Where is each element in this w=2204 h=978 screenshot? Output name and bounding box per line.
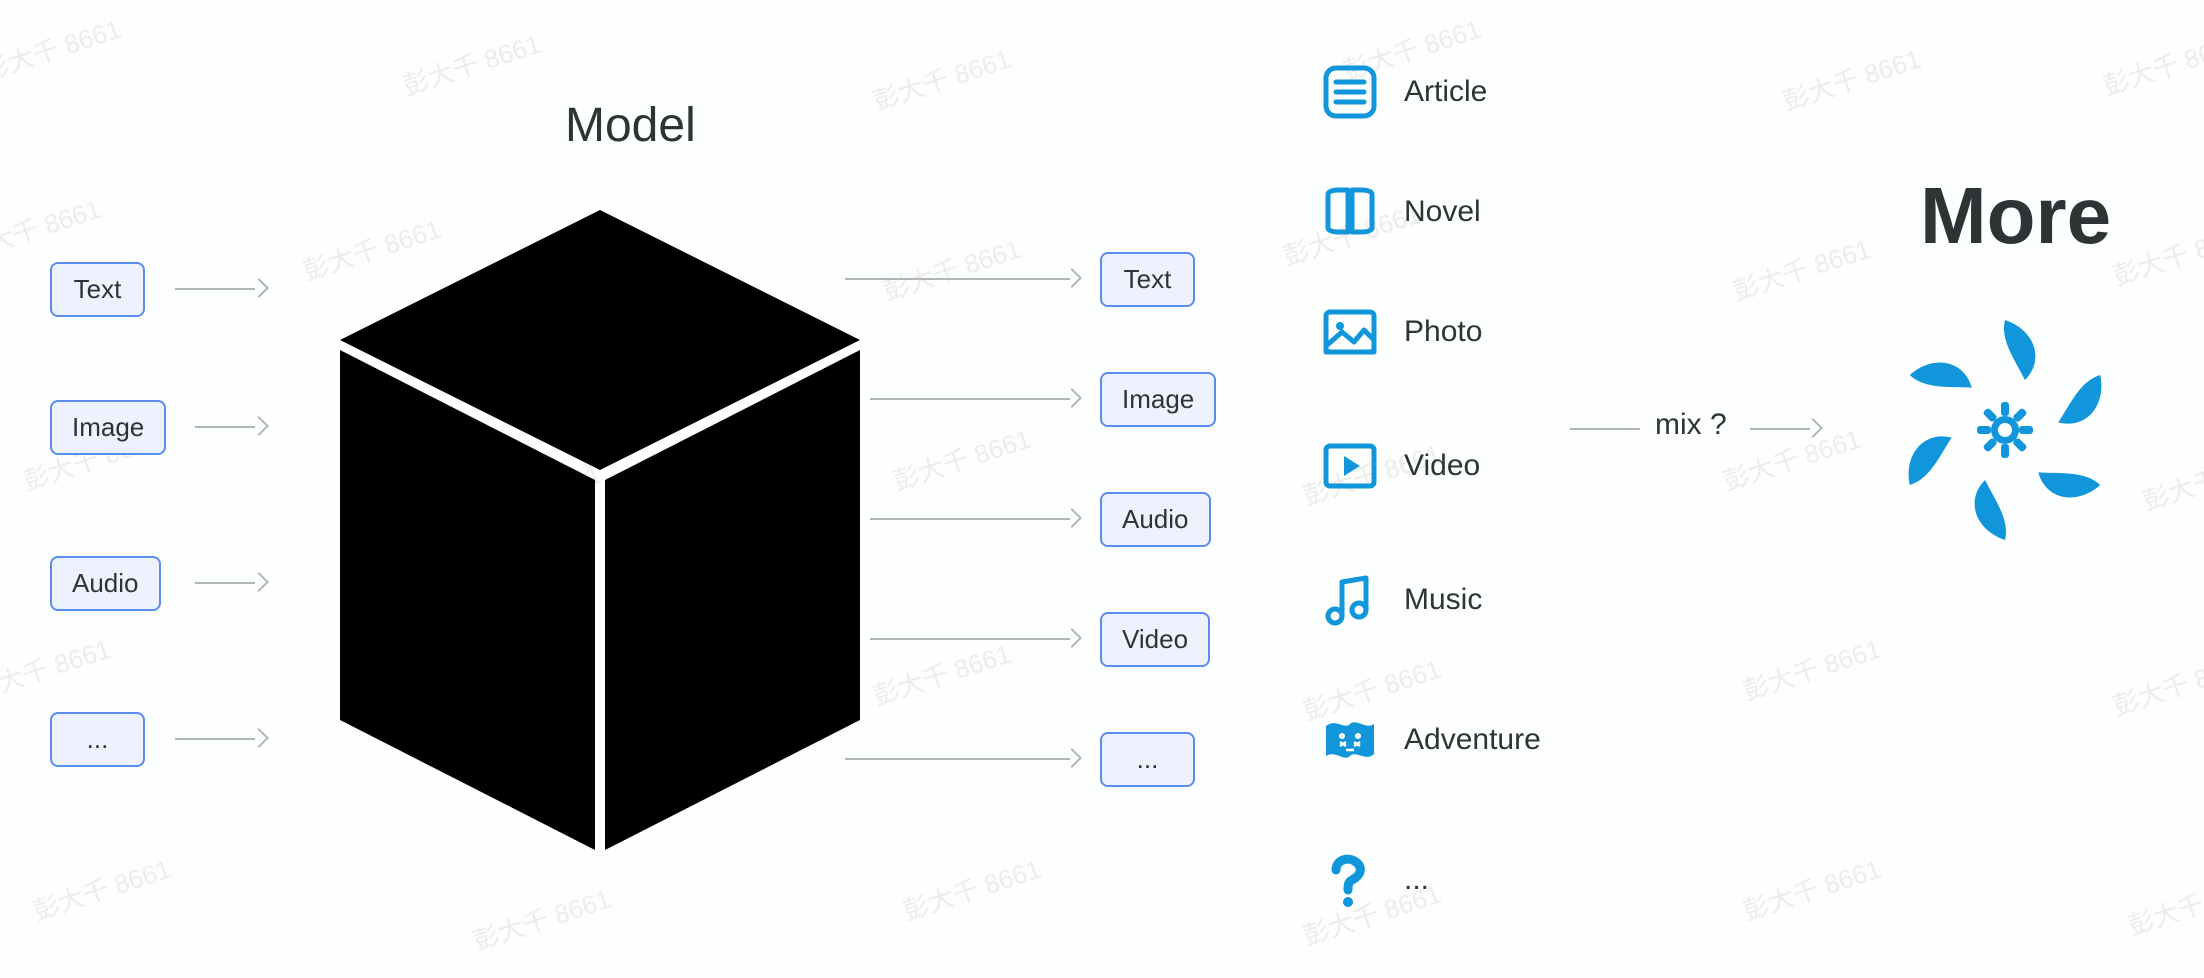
input-tag-image: Image <box>50 400 166 455</box>
model-title: Model <box>565 98 696 153</box>
arrow-head-icon <box>249 278 269 298</box>
output-row-video: Video <box>1320 436 1480 496</box>
watermark-text: 彭大千 8661 <box>0 629 115 708</box>
model-cube-icon <box>320 190 880 875</box>
arrow <box>195 582 255 584</box>
photo-icon <box>1320 302 1380 362</box>
arrow <box>175 738 255 740</box>
watermark-text: 彭大千 8661 <box>888 419 1036 498</box>
mix-label: mix ? <box>1655 408 1727 442</box>
output-label: Adventure <box>1404 723 1541 757</box>
output-label: Music <box>1404 583 1482 617</box>
watermark-text: 彭大千 8661 <box>1738 629 1886 708</box>
input-tag-more: ... <box>50 712 145 767</box>
watermark-text: 彭大千 8661 <box>2108 644 2204 723</box>
input-label: ... <box>87 724 109 754</box>
output-label: Article <box>1404 75 1487 109</box>
article-icon <box>1320 62 1380 122</box>
output-label: ... <box>1404 863 1429 897</box>
arrow <box>870 518 1070 520</box>
input-tag-text: Text <box>50 262 145 317</box>
arrow-head-icon <box>1062 388 1082 408</box>
music-icon <box>1320 570 1380 630</box>
watermark-text: 彭大千 8661 <box>898 849 1046 928</box>
watermark-text: 彭大千 8661 <box>868 634 1016 713</box>
output-row-more: ... <box>1320 850 1429 910</box>
watermark-text: 彭大千 8661 <box>0 189 105 268</box>
arrow <box>870 638 1070 640</box>
arrow <box>845 278 1070 280</box>
watermark-text: 彭大千 8661 <box>398 24 546 103</box>
output-row-photo: Photo <box>1320 302 1482 362</box>
modality-label: Image <box>1122 384 1194 414</box>
input-label: Image <box>72 412 144 442</box>
modality-tag-audio: Audio <box>1100 492 1211 547</box>
modality-label: Video <box>1122 624 1188 654</box>
watermark-text: 彭大千 8661 <box>2138 439 2204 518</box>
arrow-head-icon <box>1062 628 1082 648</box>
watermark-text: 彭大千 8661 <box>28 849 176 928</box>
output-row-article: Article <box>1320 62 1487 122</box>
watermark-text: 彭大千 8661 <box>2098 24 2204 103</box>
watermark-text: 彭大千 8661 <box>0 9 125 88</box>
arrow <box>870 398 1070 400</box>
arrow-head-icon <box>1062 508 1082 528</box>
watermark-text: 彭大千 8661 <box>2123 864 2204 943</box>
arrow <box>1570 428 1640 430</box>
novel-icon <box>1320 182 1380 242</box>
watermark-text: 彭大千 8661 <box>1778 39 1926 118</box>
output-label: Novel <box>1404 195 1481 229</box>
modality-label: ... <box>1137 744 1159 774</box>
swirl-icon <box>1875 300 2135 565</box>
more-label: More <box>1920 170 2111 262</box>
input-tag-audio: Audio <box>50 556 161 611</box>
modality-tag-image: Image <box>1100 372 1216 427</box>
modality-label: Text <box>1124 264 1172 294</box>
output-row-adventure: Adventure <box>1320 710 1541 770</box>
modality-tag-more: ... <box>1100 732 1195 787</box>
watermark-text: 彭大千 8661 <box>1738 849 1886 928</box>
modality-tag-text: Text <box>1100 252 1195 307</box>
watermark-text: 彭大千 8661 <box>2108 214 2204 293</box>
arrow-head-icon <box>249 728 269 748</box>
input-label: Text <box>74 274 122 304</box>
adventure-icon <box>1320 710 1380 770</box>
modality-label: Audio <box>1122 504 1189 534</box>
arrow <box>175 288 255 290</box>
arrow-head-icon <box>249 572 269 592</box>
output-label: Video <box>1404 449 1480 483</box>
arrow <box>1750 428 1810 430</box>
watermark-text: 彭大千 8661 <box>1728 229 1876 308</box>
input-label: Audio <box>72 568 139 598</box>
arrow-head-icon <box>1062 748 1082 768</box>
modality-tag-video: Video <box>1100 612 1210 667</box>
arrow-head-icon <box>1062 268 1082 288</box>
arrow <box>195 426 255 428</box>
output-label: Photo <box>1404 315 1482 349</box>
question-icon <box>1320 850 1380 910</box>
watermark-text: 彭大千 8661 <box>1718 419 1866 498</box>
watermark-text: 彭大千 8661 <box>868 39 1016 118</box>
arrow-head-icon <box>249 416 269 436</box>
output-row-music: Music <box>1320 570 1482 630</box>
watermark-text: 彭大千 8661 <box>468 879 616 958</box>
video-icon <box>1320 436 1380 496</box>
watermark-text: 彭大千 8661 <box>878 229 1026 308</box>
arrow <box>845 758 1070 760</box>
arrow-head-icon <box>1803 418 1823 438</box>
output-row-novel: Novel <box>1320 182 1481 242</box>
